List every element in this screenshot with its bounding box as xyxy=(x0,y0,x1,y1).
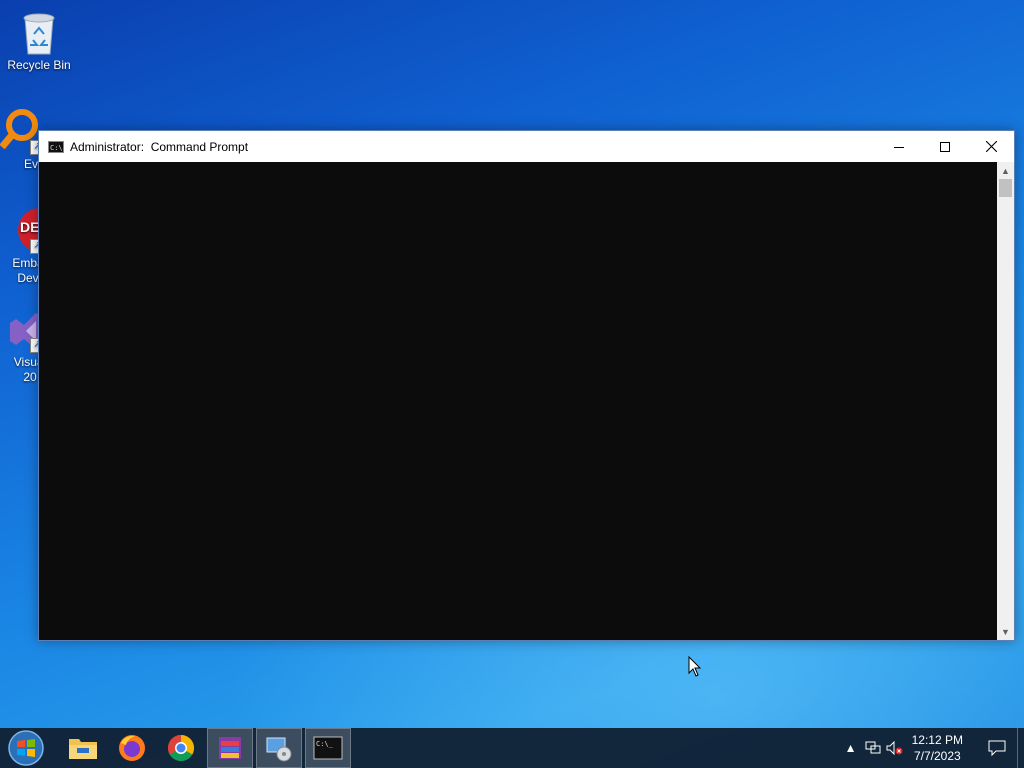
taskbar-file-explorer[interactable] xyxy=(60,728,106,768)
command-prompt-window[interactable]: C:\ Administrator: Command Prompt ▲ ▼ xyxy=(38,130,1015,641)
notification-icon xyxy=(988,740,1006,756)
embarcadero-dev-cpp-icon: DE ↗ xyxy=(0,206,62,254)
clock-time: 12:12 PM xyxy=(911,733,963,747)
cmd-icon: C:\_ xyxy=(313,736,343,760)
clock[interactable]: 12:12 PM 7/7/2023 xyxy=(912,732,963,764)
window-title: Administrator: Command Prompt xyxy=(70,139,249,154)
close-button[interactable] xyxy=(968,131,1014,162)
scroll-up-icon[interactable]: ▲ xyxy=(997,162,1014,179)
minimize-button[interactable] xyxy=(876,131,922,162)
taskbar-command-prompt[interactable]: C:\_ xyxy=(305,728,351,768)
firefox-icon xyxy=(119,735,145,761)
minimize-icon xyxy=(894,146,904,148)
window-titlebar[interactable]: C:\ Administrator: Command Prompt xyxy=(39,131,1014,162)
desktop-icon-recycle-bin[interactable]: Recycle Bin xyxy=(1,8,77,73)
desktop-icon-label: Recycle Bin xyxy=(7,58,71,72)
close-icon xyxy=(985,141,997,152)
action-center-button[interactable] xyxy=(977,728,1017,768)
network-icon[interactable] xyxy=(862,728,884,768)
visual-studio-icon: ↗ xyxy=(0,305,54,353)
taskbar-firefox[interactable] xyxy=(109,728,155,768)
window-controls xyxy=(876,131,1014,162)
scroll-down-icon[interactable]: ▼ xyxy=(997,623,1014,640)
taskbar-chrome[interactable] xyxy=(158,728,204,768)
winrar-icon xyxy=(219,737,241,759)
scroll-thumb[interactable] xyxy=(999,179,1012,197)
start-button[interactable] xyxy=(6,728,46,768)
recycle-bin-icon xyxy=(17,8,61,56)
folder-icon xyxy=(69,739,97,759)
svg-text:C:\_: C:\_ xyxy=(316,740,334,748)
taskbar: C:\_ ▲ 12:12 PM 7/7/2023 xyxy=(0,728,1024,768)
taskbar-installer[interactable] xyxy=(256,728,302,768)
show-hidden-icons-icon[interactable]: ▲ xyxy=(840,728,862,768)
console-output[interactable] xyxy=(39,162,997,640)
system-tray: ▲ 12:12 PM 7/7/2023 xyxy=(840,728,1024,768)
installer-icon xyxy=(266,737,292,762)
volume-muted-icon[interactable] xyxy=(884,728,906,768)
windows-start-icon xyxy=(8,730,44,766)
vertical-scrollbar[interactable]: ▲ ▼ xyxy=(997,162,1014,640)
maximize-icon xyxy=(940,141,950,152)
maximize-button[interactable] xyxy=(922,131,968,162)
clock-date: 7/7/2023 xyxy=(913,749,961,763)
mouse-busy-cursor-icon xyxy=(688,653,716,681)
taskbar-winrar[interactable] xyxy=(207,728,253,768)
everything-search-icon: ↗ xyxy=(0,107,45,155)
show-desktop-button[interactable] xyxy=(1017,728,1024,768)
chrome-icon xyxy=(167,734,195,762)
svg-text:DE: DE xyxy=(20,219,39,235)
cmd-icon: C:\ xyxy=(48,140,64,153)
